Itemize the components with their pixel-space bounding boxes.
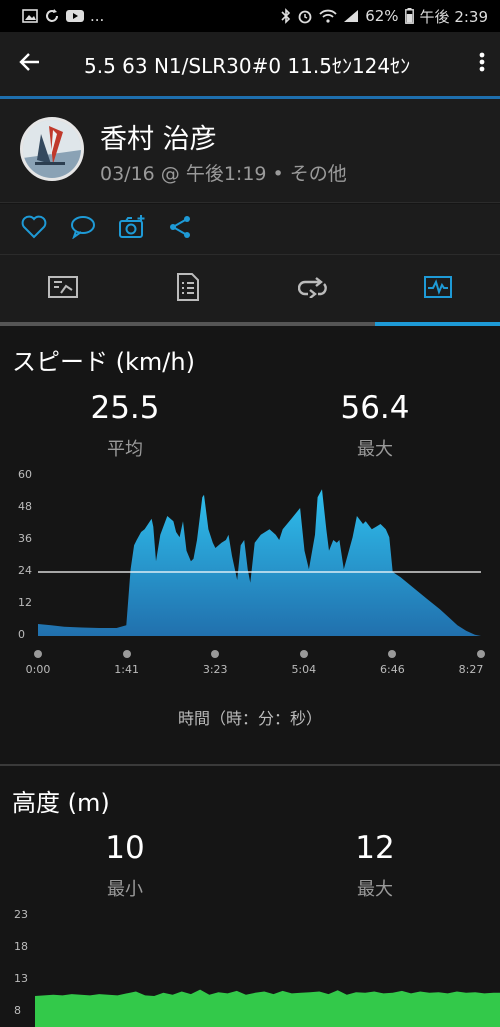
sync-icon: [44, 8, 60, 24]
speed-x-tick-label: 8:27: [458, 663, 484, 676]
speed-y-tick-label: 24: [18, 564, 32, 577]
elevation-y-tick-label: 18: [14, 940, 28, 953]
status-notifications: ...: [22, 7, 104, 25]
chart-icon: [423, 276, 452, 302]
status-system: 62% 午後 2:39: [281, 6, 488, 27]
tab-laps[interactable]: [250, 255, 375, 323]
tab-charts[interactable]: [375, 255, 500, 323]
elevation-y-tick-label: 23: [14, 908, 28, 921]
battery-percent: 62%: [365, 7, 399, 25]
social-actions: [0, 204, 500, 254]
add-photo-button[interactable]: [118, 214, 146, 244]
speed-y-tick-label: 36: [18, 532, 32, 545]
elevation-area-series: [35, 989, 500, 1027]
speed-x-tick-dot: [34, 650, 42, 658]
speed-x-tick-dot: [211, 650, 220, 658]
speed-x-tick-label: 6:46: [380, 663, 405, 676]
elevation-chart[interactable]: [0, 905, 500, 1027]
elevation-y-tick-label: 8: [14, 1004, 21, 1017]
signal-icon: [343, 9, 359, 23]
speed-chart[interactable]: [0, 465, 500, 645]
activity-title: 5.5 63 N1/SLR30#0 11.5ｾﾝ124ｾﾝ: [84, 53, 411, 78]
speed-x-tick-dot: [122, 650, 131, 658]
elevation-y-tick-label: 13: [14, 972, 28, 985]
laps-icon: [297, 276, 328, 302]
speed-y-tick-label: 12: [18, 596, 32, 609]
speed-y-tick-label: 60: [18, 468, 32, 481]
speed-x-tick-dot: [477, 650, 485, 658]
more-vert-icon: [479, 52, 485, 76]
speed-max-label: 最大: [357, 439, 393, 460]
battery-icon: [404, 8, 414, 24]
like-button[interactable]: [20, 215, 48, 243]
speed-average-label: 平均: [107, 439, 143, 460]
elevation-max-value: 12: [355, 830, 395, 866]
speed-y-tick-label: 0: [18, 628, 25, 641]
activity-date-type: 03/16 @ 午後1:19 • その他: [100, 163, 347, 185]
speed-x-tick-label: 0:00: [25, 663, 51, 676]
alarm-icon: [297, 8, 313, 24]
speed-max-value: 56.4: [340, 390, 410, 426]
speed-x-tick-label: 1:41: [114, 663, 139, 676]
arrow-back-icon: [19, 52, 41, 76]
back-button[interactable]: [0, 32, 60, 96]
map-summary-icon: [47, 276, 78, 302]
speed-y-tick-label: 48: [18, 500, 32, 513]
tab-summary[interactable]: [0, 255, 125, 323]
avatar[interactable]: [20, 117, 84, 181]
speed-x-axis-title: 時間（時：分：秒）: [177, 709, 322, 728]
elevation-min-label: 最小: [107, 879, 143, 900]
elevation-max-label: 最大: [357, 879, 393, 900]
speed-area-series: [38, 489, 481, 636]
details-list-icon: [176, 273, 199, 305]
share-button[interactable]: [166, 216, 194, 242]
gallery-icon: [22, 9, 38, 23]
share-icon: [168, 215, 192, 243]
speed-section-title: スピード (km/h): [12, 348, 195, 376]
wifi-icon: [319, 9, 337, 23]
active-tab-indicator: [375, 322, 500, 326]
activity-tabs: [0, 254, 500, 326]
speed-x-tick-label: 3:23: [202, 663, 228, 676]
bluetooth-icon: [281, 8, 291, 24]
elevation-min-value: 10: [105, 830, 145, 866]
speed-x-tick-dot: [299, 650, 308, 658]
heart-icon: [21, 215, 47, 243]
more-notifications: ...: [90, 7, 105, 25]
status-time: 午後 2:39: [419, 7, 488, 26]
speed-average-value: 25.5: [90, 390, 160, 426]
overflow-menu-button[interactable]: [464, 32, 500, 96]
comment-icon: [70, 215, 96, 243]
add-photo-icon: [118, 214, 146, 244]
section-separator: [0, 764, 500, 766]
elevation-section-title: 高度 (m): [12, 789, 110, 817]
tab-details[interactable]: [125, 255, 250, 323]
youtube-icon: [66, 9, 84, 23]
app-bar: 5.5 63 N1/SLR30#0 11.5ｾﾝ124ｾﾝ: [0, 32, 500, 96]
user-name[interactable]: 香村 治彦: [100, 117, 217, 156]
activity-profile-header: 香村 治彦 03/16 @ 午後1:19 • その他: [0, 99, 500, 203]
status-bar: ... 62% 午後 2:39: [0, 0, 500, 32]
speed-x-tick-dot: [388, 650, 397, 658]
comment-button[interactable]: [69, 216, 97, 242]
speed-x-tick-label: 5:04: [291, 663, 317, 676]
